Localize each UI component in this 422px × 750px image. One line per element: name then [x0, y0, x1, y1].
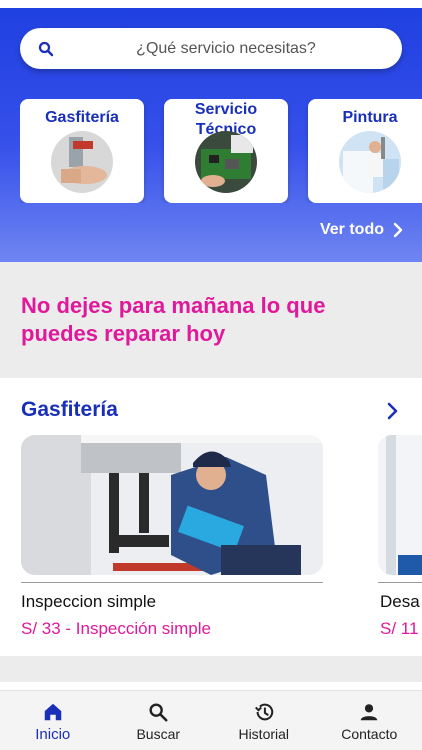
painter-photo [339, 131, 401, 193]
nav-label: Inicio [35, 726, 71, 743]
category-carousel[interactable]: Gasfitería Servicio Técnico Pintura [20, 99, 422, 203]
bottom-nav: Inicio Buscar Historial Contacto [0, 690, 422, 750]
category-label: Gasfitería [45, 109, 119, 126]
nav-label: Historial [238, 726, 290, 742]
service-card-image[interactable] [378, 435, 422, 575]
promo-text: No dejes para mañana lo que puedes repar… [21, 293, 326, 346]
promo-banner: No dejes para mañana lo que puedes repar… [0, 262, 422, 378]
search-icon [38, 41, 54, 57]
chevron-right-icon [393, 222, 403, 238]
nav-item-inicio[interactable]: Inicio [0, 691, 106, 750]
service-card-image[interactable] [21, 435, 323, 575]
section-spacer [0, 656, 422, 682]
category-label: Pintura [342, 109, 398, 126]
nav-item-contacto[interactable]: Contacto [317, 691, 422, 750]
bottom-nav-container: Inicio Buscar Historial Contacto [0, 682, 422, 750]
nav-label: Contacto [341, 726, 398, 742]
category-label: Servicio [194, 101, 258, 118]
category-card-servicio-tecnico[interactable]: Servicio Técnico [164, 99, 288, 203]
chevron-right-icon[interactable] [386, 402, 400, 420]
history-icon [254, 703, 273, 721]
service-section: Gasfitería Inspeccion simple S/ 33 - Ins… [0, 378, 422, 656]
electronics-repair-photo [195, 131, 257, 193]
card-divider [21, 582, 323, 583]
search-placeholder[interactable]: ¿Qué servicio necesitas? [20, 40, 402, 58]
plumbing-photo [51, 131, 113, 193]
search-icon [149, 703, 168, 722]
category-card-pintura[interactable]: Pintura [308, 99, 422, 203]
see-all-link[interactable]: Ver todo [320, 221, 404, 239]
service-card-name[interactable]: Inspeccion simple [21, 592, 156, 612]
hero-banner: ¿Qué servicio necesitas? Gasfitería Serv… [0, 0, 422, 262]
service-card-price: S/ 33 - Inspección simple [21, 619, 211, 638]
nav-item-buscar[interactable]: Buscar [106, 691, 212, 750]
nav-label: Buscar [136, 726, 181, 742]
card-divider [378, 582, 422, 583]
see-all-label: Ver todo [319, 221, 384, 238]
category-card-gasfiteria[interactable]: Gasfitería [20, 99, 144, 203]
status-strip [0, 0, 422, 8]
section-title: Gasfitería [21, 398, 118, 421]
nav-item-historial[interactable]: Historial [211, 691, 317, 750]
service-card-price: S/ 11 [380, 619, 419, 638]
service-card-name[interactable]: Desa [380, 592, 420, 612]
person-icon [361, 704, 378, 721]
home-icon [44, 703, 61, 721]
search-bar[interactable]: ¿Qué servicio necesitas? [20, 28, 402, 69]
